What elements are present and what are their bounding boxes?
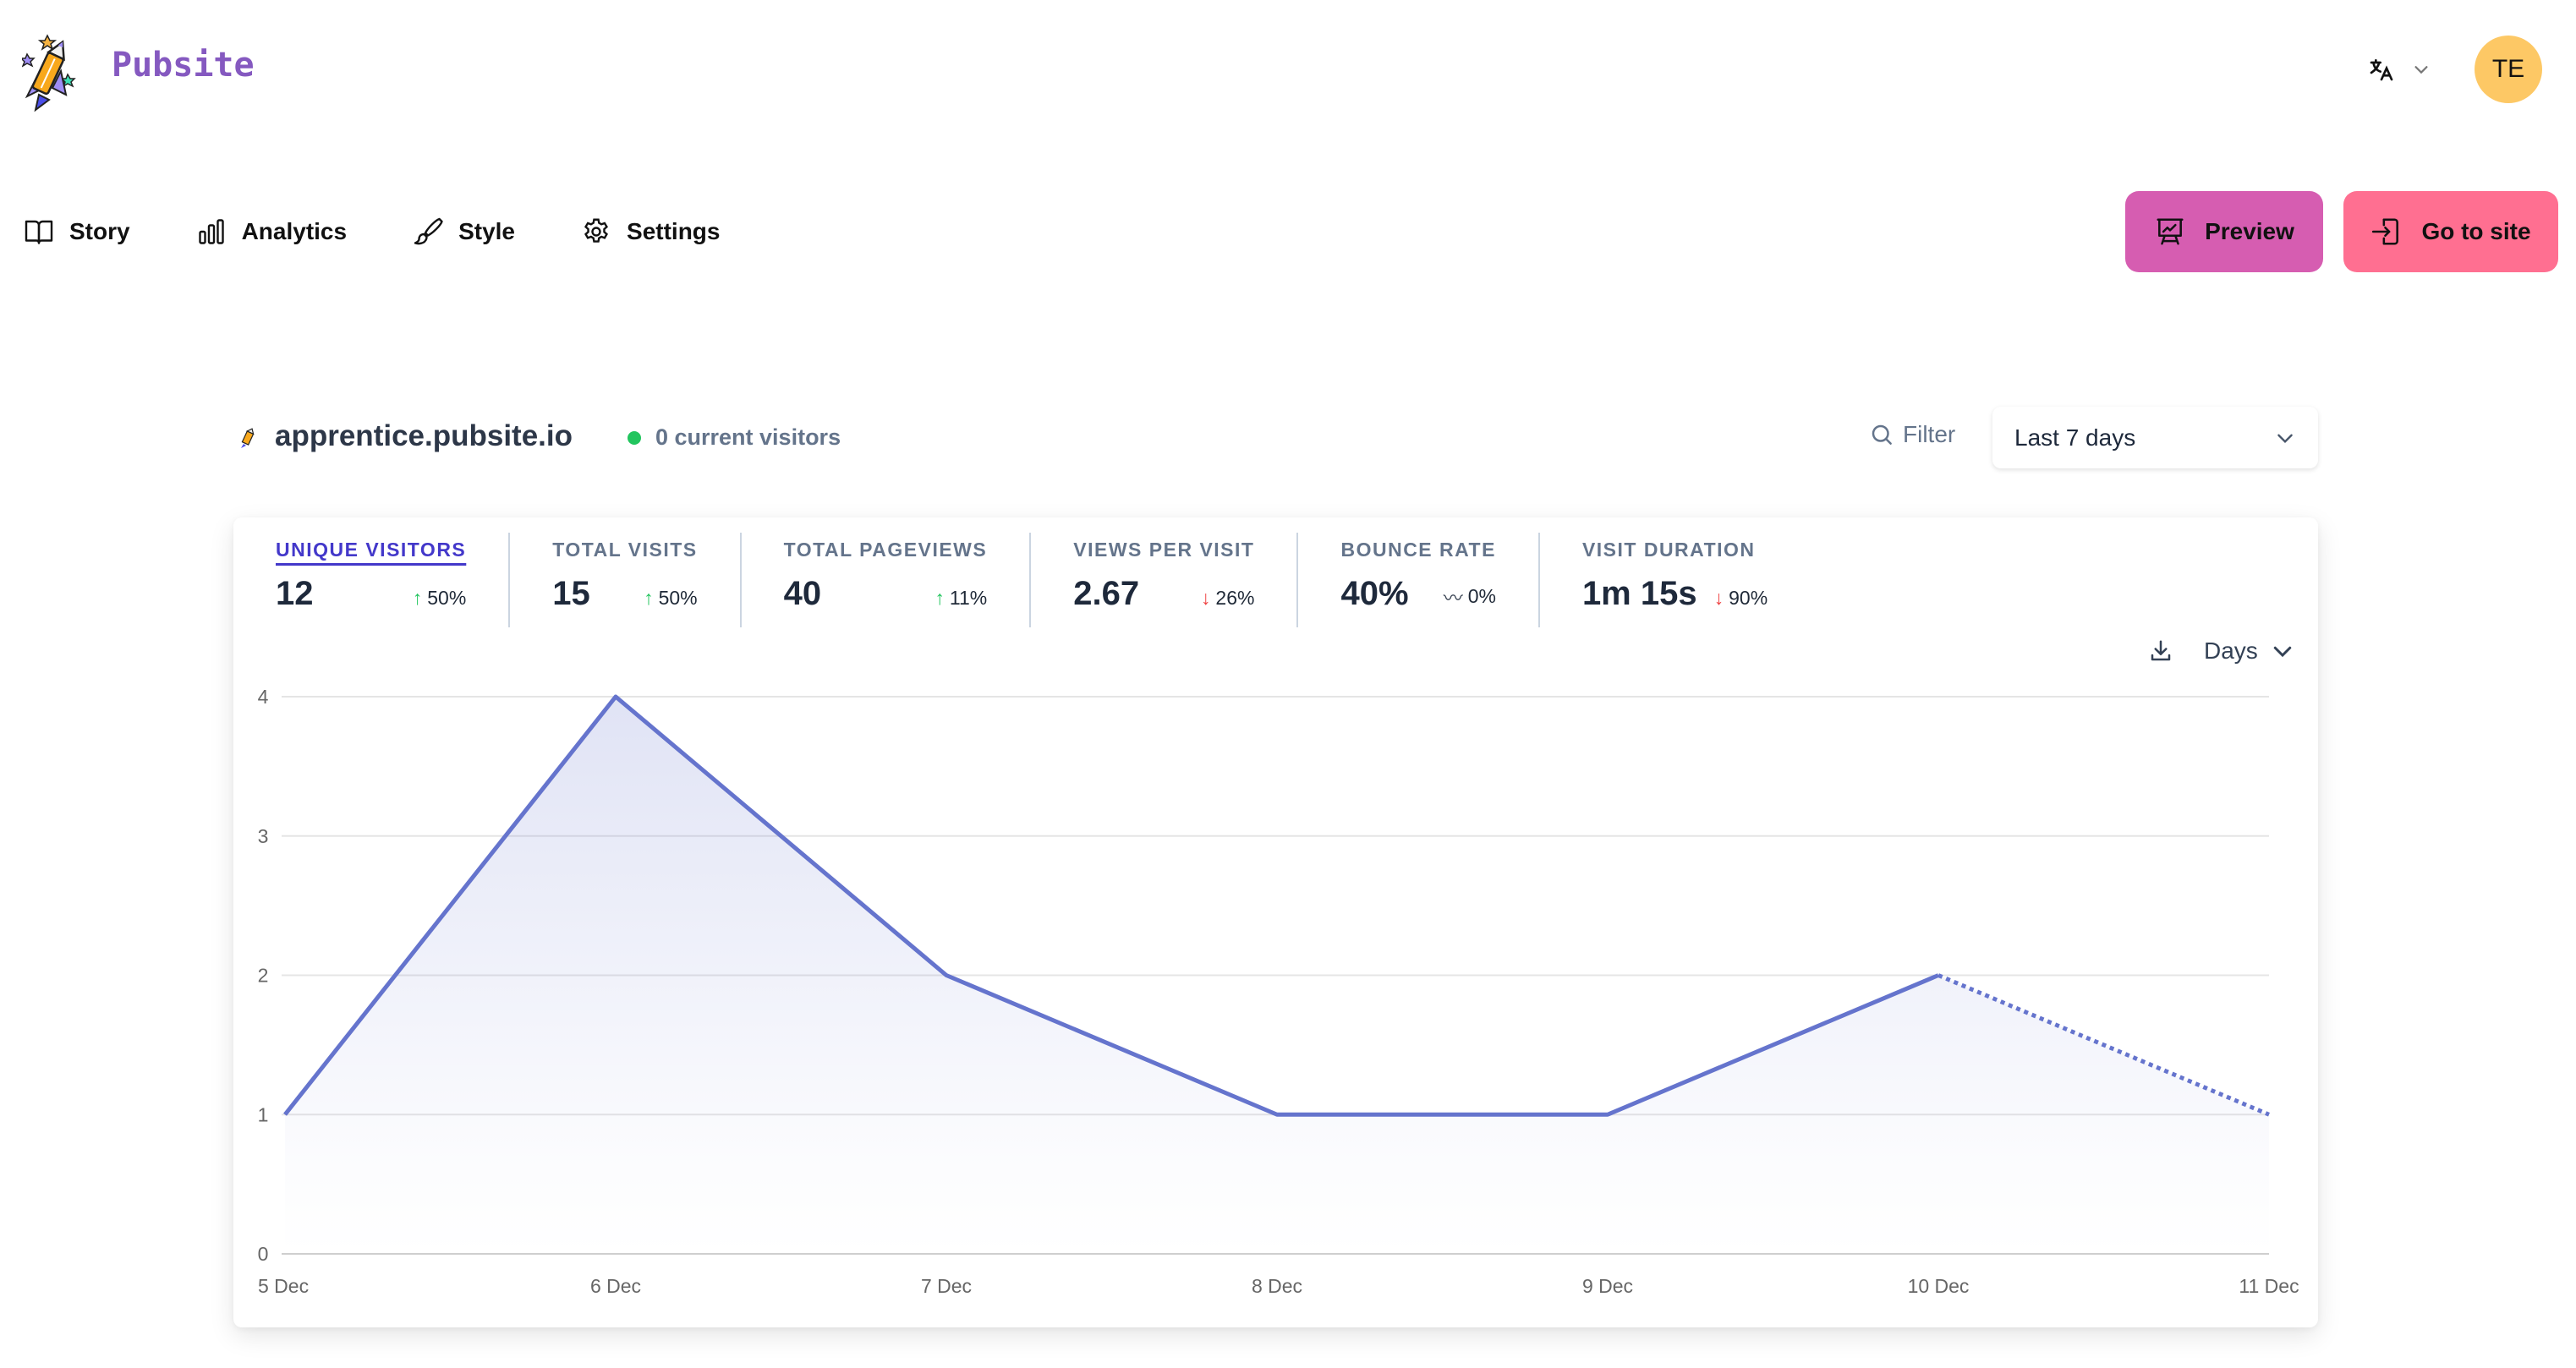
change-percent: 11% [949, 587, 988, 609]
preview-label: Preview [2205, 218, 2294, 244]
site-domain[interactable]: apprentice.pubsite.io [275, 419, 573, 453]
nav-item-style[interactable]: Style [413, 216, 515, 247]
x-tick-label: 7 Dec [921, 1275, 972, 1297]
language-selector[interactable] [2368, 52, 2431, 86]
bar-chart-icon [198, 219, 224, 244]
x-tick-label: 11 Dec [2239, 1275, 2299, 1297]
arrow-up-icon: ↑ [934, 587, 945, 609]
nav-label: Settings [627, 218, 721, 244]
stat-label: TOTAL PAGEVIEWS [783, 539, 988, 561]
y-tick-label: 3 [258, 825, 269, 847]
stat-label: VISIT DURATION [1581, 539, 1756, 561]
stat-value: 12 [276, 575, 314, 612]
stat-value: 40% [1340, 575, 1409, 612]
filter-button[interactable]: Filter [1869, 421, 1955, 448]
paint-brush-icon [414, 217, 443, 245]
main-nav: Story Analytics Style Settings [24, 211, 786, 252]
pubsite-logo[interactable] [22, 29, 81, 112]
period-value: Last 7 days [2014, 424, 2136, 451]
y-tick-label: 0 [258, 1243, 269, 1265]
brand-name[interactable]: Pubsite [112, 46, 255, 85]
change-percent: 0% [1467, 584, 1496, 607]
x-tick-label: 10 Dec [1908, 1275, 1970, 1297]
change-percent: 90% [1729, 587, 1768, 609]
stat-bounce-rate[interactable]: BOUNCE RATE 40% 〰 0% [1296, 533, 1537, 627]
trend-flat-icon: 〰 [1443, 587, 1463, 609]
nav-item-analytics[interactable]: Analytics [196, 216, 348, 247]
nav-item-story[interactable]: Story [24, 216, 130, 247]
presentation-chart-icon [2157, 218, 2184, 245]
stat-label: VIEWS PER VISIT [1073, 539, 1255, 561]
sign-in-icon [2372, 218, 2399, 245]
stats-bar: UNIQUE VISITORS 12 ↑ 50% TOTAL VISITS 15 … [276, 533, 1810, 627]
current-visitors[interactable]: 0 current visitors [655, 424, 841, 451]
x-tick-label: 6 Dec [590, 1275, 641, 1297]
nav-label: Analytics [241, 218, 348, 244]
x-tick-label: 5 Dec [258, 1275, 309, 1297]
chevron-down-icon [2414, 66, 2428, 74]
arrow-up-icon: ↑ [644, 587, 654, 609]
site-favicon [241, 428, 255, 448]
user-avatar[interactable]: TE [2475, 36, 2542, 103]
stat-change: ↑ 50% [413, 587, 467, 610]
go-to-site-button[interactable]: Go to site [2343, 191, 2558, 272]
arrow-down-icon: ↓ [1713, 587, 1724, 609]
nav-item-settings[interactable]: Settings [581, 216, 720, 247]
stat-views-per-visit[interactable]: VIEWS PER VISIT 2.67 ↓ 26% [1029, 533, 1296, 627]
stat-visit-duration[interactable]: VISIT DURATION 1m 15s ↓ 90% [1537, 533, 1810, 627]
stat-change: ↑ 11% [934, 587, 987, 610]
stat-value: 2.67 [1073, 575, 1140, 612]
stat-value: 40 [783, 575, 822, 612]
stat-value: 1m 15s [1581, 575, 1697, 612]
stat-total-visits[interactable]: TOTAL VISITS 15 ↑ 50% [508, 533, 739, 627]
y-tick-label: 4 [258, 686, 269, 708]
stat-label: BOUNCE RATE [1340, 539, 1496, 561]
stat-total-pageviews[interactable]: TOTAL PAGEVIEWS 40 ↑ 11% [739, 533, 1030, 627]
nav-label: Story [69, 218, 130, 244]
translate-icon [2370, 59, 2393, 81]
stat-label: UNIQUE VISITORS [276, 539, 467, 561]
stat-change: ↓ 90% [1714, 587, 1768, 610]
period-select[interactable]: Last 7 days [1992, 407, 2318, 468]
y-tick-label: 1 [258, 1103, 269, 1125]
x-tick-label: 9 Dec [1582, 1275, 1633, 1297]
gear-icon [584, 218, 608, 243]
visitors-line-chart: 0 1 2 3 4 5 Dec 6 Dec 7 Dec 8 Dec 9 Dec 10 Dec 11 … [258, 686, 2299, 1297]
stat-change: 〰 0% [1444, 582, 1496, 610]
change-percent: 50% [658, 587, 698, 609]
x-tick-label: 8 Dec [1252, 1275, 1302, 1297]
arrow-up-icon: ↑ [412, 587, 423, 609]
go-to-site-label: Go to site [2421, 218, 2531, 244]
nav-label: Style [458, 218, 516, 244]
book-open-icon [25, 220, 53, 244]
stat-change: ↓ 26% [1201, 587, 1255, 610]
change-percent: 26% [1215, 587, 1255, 609]
filter-label: Filter [1903, 421, 1956, 447]
change-percent: 50% [427, 587, 467, 609]
stat-change: ↑ 50% [644, 587, 698, 610]
stat-value: 15 [552, 575, 590, 612]
live-status-dot [628, 431, 641, 445]
preview-button[interactable]: Preview [2125, 191, 2323, 272]
search-icon [1872, 424, 1892, 445]
stat-unique-visitors[interactable]: UNIQUE VISITORS 12 ↑ 50% [276, 533, 508, 627]
chevron-down-icon [2277, 434, 2293, 443]
arrow-down-icon: ↓ [1200, 587, 1211, 609]
y-tick-label: 2 [258, 965, 269, 987]
stat-label: TOTAL VISITS [552, 539, 698, 561]
